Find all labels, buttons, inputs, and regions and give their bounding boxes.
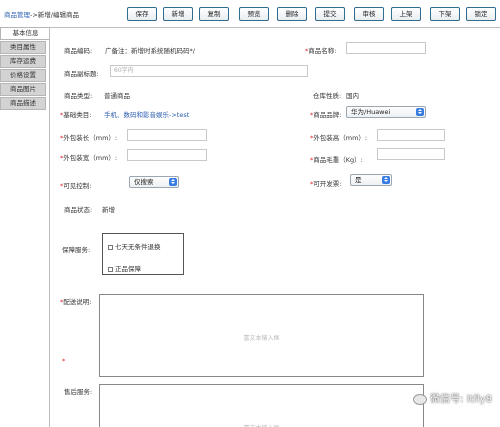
brand-label-text: 商品品牌: [313, 111, 342, 119]
tab-inventory-shipping[interactable]: 库存运费 [0, 55, 46, 68]
editor-placeholder: 富文本输入框 [100, 423, 423, 427]
pkg-width-label: *外包装宽（mm）: [60, 152, 117, 162]
delivery-editor[interactable]: 富文本输入框 [99, 294, 424, 377]
chevron-updown-icon [169, 178, 177, 186]
warehouse-label: 仓库性质: [313, 92, 342, 100]
delivery-label: *配送说明: [60, 296, 91, 306]
editor-placeholder: 富文本输入框 [243, 335, 280, 342]
pkg-height-label: *外包装高（mm）: [310, 132, 367, 142]
gross-weight-label: *商品毛重（Kg）: [310, 154, 363, 164]
tab-basic-info[interactable]: 基本信息 [0, 27, 50, 40]
review-button[interactable]: 审核 [354, 7, 384, 21]
visibility-label-text: 可见控制: [63, 182, 92, 190]
name-label-text: 商品名称: [308, 47, 337, 55]
tab-category-attributes[interactable]: 类目属性 [0, 41, 46, 54]
invoice-select[interactable]: 是 [350, 174, 392, 186]
wechat-icon [413, 393, 428, 405]
breadcrumb-link[interactable]: 商品管理 [4, 11, 30, 19]
category-label-text: 基础类目: [63, 111, 92, 119]
pkg-length-label-text: 外包装长（mm）: [63, 134, 118, 142]
side-tabs: 基本信息 类目属性 库存运费 价格设置 商品图片 商品描述 [0, 27, 50, 111]
checkbox-icon[interactable] [108, 244, 113, 250]
brand-label: *商品品牌: [310, 109, 341, 119]
brand-select-value: 华为/Huawei [351, 108, 391, 116]
invoice-label-text: 可开发票: [313, 180, 342, 188]
guarantee-option-authentic[interactable]: 正品保障 [108, 263, 141, 273]
category-label: *基础类目: [60, 109, 91, 119]
chevron-updown-icon [382, 176, 390, 184]
subtitle-input[interactable]: 60字内 [110, 65, 308, 77]
guarantee-option-authentic-label: 正品保障 [115, 265, 141, 273]
name-input[interactable] [346, 42, 426, 54]
gross-weight-input[interactable] [377, 148, 445, 160]
lock-button[interactable]: 锁定 [466, 7, 496, 21]
pkg-length-input[interactable] [127, 129, 207, 141]
pkg-height-input[interactable] [377, 129, 445, 141]
type-value: 普通商品 [104, 92, 130, 100]
shelve-button[interactable]: 上架 [391, 7, 421, 21]
status-label: 商品状态: [64, 206, 93, 214]
chevron-updown-icon [416, 108, 424, 116]
tab-product-description[interactable]: 商品描述 [0, 97, 46, 110]
delete-button[interactable]: 删除 [277, 7, 307, 21]
subtitle-label: 商品副标题: [64, 70, 99, 78]
tab-product-images[interactable]: 商品图片 [0, 83, 46, 96]
pkg-width-input[interactable] [127, 149, 207, 161]
top-bar: 商品管理->新增/编辑商品 保存 新增 复制 预览 删除 提交 审核 上架 下架… [0, 0, 500, 26]
checkbox-icon[interactable] [108, 266, 113, 272]
watermark-text: 微信号: itfly8 [430, 394, 492, 405]
brand-select[interactable]: 华为/Huawei [346, 106, 426, 118]
visibility-select-value: 仅搜索 [134, 178, 154, 186]
code-label: 商品编码: [64, 47, 93, 55]
guarantee-option-7day[interactable]: 七天无条件退换 [108, 241, 161, 251]
required-mark: * [62, 357, 66, 365]
preview-button[interactable]: 预览 [239, 7, 269, 21]
type-label: 商品类型: [64, 92, 93, 100]
warehouse-value: 国内 [346, 92, 359, 100]
copy-button[interactable]: 复制 [199, 7, 229, 21]
submit-button[interactable]: 提交 [315, 7, 345, 21]
save-button[interactable]: 保存 [127, 7, 157, 21]
guarantee-option-7day-label: 七天无条件退换 [115, 243, 161, 251]
status-value: 新增 [102, 206, 115, 214]
pkg-height-label-text: 外包装高（mm）: [313, 134, 368, 142]
invoice-select-value: 是 [355, 176, 362, 184]
gross-weight-label-text: 商品毛重（Kg）: [313, 156, 363, 164]
new-button[interactable]: 新增 [163, 7, 193, 21]
form-panel: 商品编码: 广备注：新增时系统随机码码*/ *商品名称: 商品副标题: 60字内… [49, 27, 500, 427]
category-value: 手机、数码和影音娱乐->test [104, 111, 190, 119]
breadcrumb-current: ->新增/编辑商品 [30, 11, 79, 19]
name-label: *商品名称: [305, 45, 336, 55]
pkg-length-label: *外包装长（mm）: [60, 132, 117, 142]
code-note: 广备注：新增时系统随机码码*/ [105, 47, 195, 55]
pkg-width-label-text: 外包装宽（mm）: [63, 154, 118, 162]
unshelve-button[interactable]: 下架 [430, 7, 460, 21]
visibility-select[interactable]: 仅搜索 [129, 176, 179, 188]
aftersale-label: 售后服务: [64, 388, 93, 396]
aftersale-editor[interactable]: 富文本输入框 [99, 384, 424, 427]
watermark: 微信号: itfly8 [413, 390, 492, 405]
tab-price-settings[interactable]: 价格设置 [0, 69, 46, 82]
delivery-label-text: 配送说明: [63, 298, 92, 306]
breadcrumb: 商品管理->新增/编辑商品 [4, 9, 79, 19]
guarantee-label: 保障服务: [62, 246, 91, 254]
visibility-label: *可见控制: [60, 180, 91, 190]
invoice-label: *可开发票: [310, 178, 341, 188]
